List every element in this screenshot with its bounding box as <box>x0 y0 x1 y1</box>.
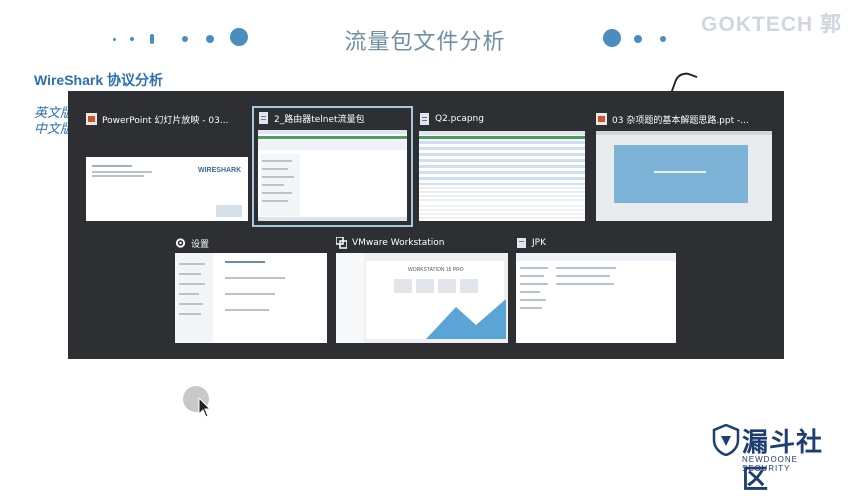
vmware-icon <box>336 237 347 249</box>
window-thumbnail <box>258 130 407 221</box>
logo-tagline: NEWDOONE SECURITY <box>742 455 798 473</box>
decor-dot <box>660 36 666 42</box>
gear-icon <box>175 237 186 249</box>
tile-header: Q2.pcapng <box>419 109 585 129</box>
thumb-label: WIRESHARK <box>198 167 242 174</box>
window-thumbnail <box>175 253 327 343</box>
folder-icon <box>516 237 527 249</box>
tile-title: JPK <box>532 238 546 248</box>
decor-dot <box>130 37 134 41</box>
thumb-label: WORKSTATION 15 PRO <box>408 267 464 273</box>
switcher-tile-telnet-capture[interactable]: 2_路由器telnet流量包 <box>252 106 413 227</box>
brand-watermark: GOKTECH 郭 <box>701 13 842 36</box>
tile-header: 2_路由器telnet流量包 <box>258 108 411 128</box>
tile-header: 设置 <box>175 233 327 253</box>
slide-title: 流量包文件分析 <box>344 30 506 55</box>
switcher-tile-q2-pcapng[interactable]: Q2.pcapng <box>419 109 585 221</box>
window-thumbnail <box>516 253 676 343</box>
window-thumbnail <box>596 131 772 221</box>
window-thumbnail: WORKSTATION 15 PRO <box>336 253 508 343</box>
mouse-pointer-icon <box>198 397 212 418</box>
decor-dot <box>603 29 621 47</box>
tile-title: 设置 <box>191 239 210 250</box>
decor-dot <box>182 36 188 42</box>
switcher-tile-vmware[interactable]: VMware Workstation WORKSTATION 15 PRO <box>336 233 508 343</box>
tile-title: VMware Workstation <box>352 238 445 248</box>
window-thumbnail: WIRESHARK <box>86 157 248 221</box>
switcher-tile-powerpoint[interactable]: PowerPoint 幻灯片放映 - 03... WIRESHARK <box>86 109 248 221</box>
decor-dot <box>206 35 214 43</box>
switcher-tile-jpk-folder[interactable]: JPK <box>516 233 676 343</box>
powerpoint-icon <box>596 113 607 125</box>
tile-header: 03 杂项题的基本解题思路.ppt -... <box>596 109 772 129</box>
tile-title: 03 杂项题的基本解题思路.ppt -... <box>612 115 749 126</box>
shield-logo-icon <box>712 424 740 456</box>
window-thumbnail <box>419 131 585 221</box>
tile-header: JPK <box>516 233 676 253</box>
logo: 漏斗社区 NEWDOONE SECURITY <box>712 420 842 495</box>
wireshark-doc-icon <box>258 112 269 124</box>
vmware-graphic <box>426 299 506 339</box>
powerpoint-icon <box>86 113 97 125</box>
tile-header: VMware Workstation <box>336 233 508 253</box>
task-switcher: PowerPoint 幻灯片放映 - 03... WIRESHARK 2_路由器… <box>68 91 784 359</box>
decor-dot <box>634 35 642 43</box>
tile-title: PowerPoint 幻灯片放映 - 03... <box>102 115 229 126</box>
tile-title: Q2.pcapng <box>435 114 484 124</box>
decor-dot <box>230 28 248 46</box>
decor-dot <box>150 34 154 44</box>
switcher-tile-ppt-editor[interactable]: 03 杂项题的基本解题思路.ppt -... <box>596 109 772 221</box>
decor-dot <box>113 38 116 41</box>
tile-header: PowerPoint 幻灯片放映 - 03... <box>86 109 248 129</box>
tile-title: 2_路由器telnet流量包 <box>274 114 365 125</box>
slide-heading: WireShark 协议分析 <box>34 72 164 88</box>
wireshark-doc-icon <box>419 113 430 125</box>
switcher-tile-settings[interactable]: 设置 <box>175 233 327 343</box>
